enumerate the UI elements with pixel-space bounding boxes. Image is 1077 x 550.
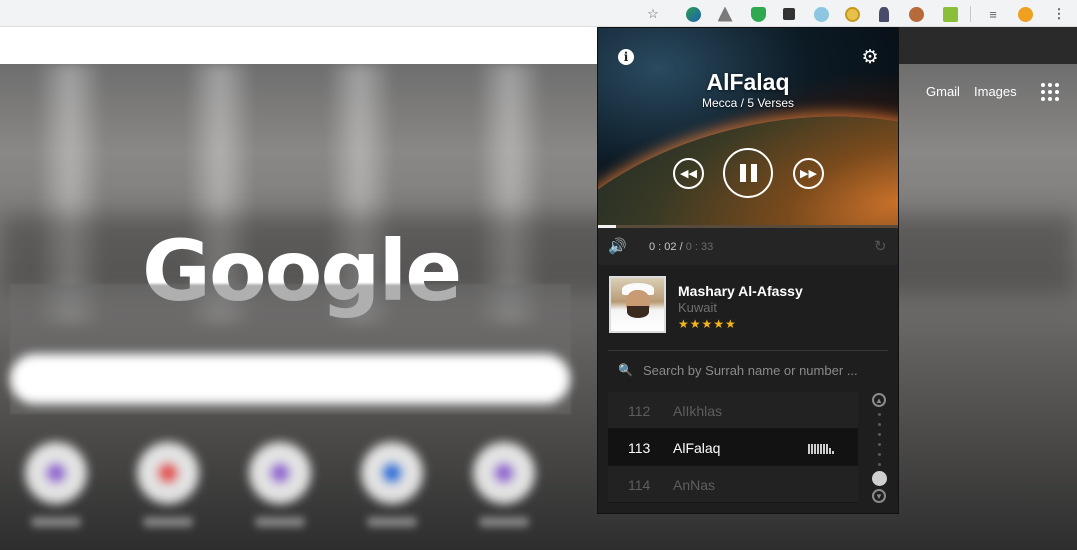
rocket-icon[interactable] [874, 4, 894, 24]
scroll-dot [878, 463, 881, 466]
player-hero: i ⚙ AlFalaq Mecca / 5 Verses ◀◀ ▶▶ [598, 28, 898, 228]
surah-search: 🔍 [608, 355, 860, 385]
scroll-down-icon[interactable]: ▼ [872, 489, 886, 503]
extension-globe-icon[interactable] [683, 4, 703, 24]
google-drive-icon[interactable] [715, 4, 735, 24]
repeat-icon[interactable]: ↻ [874, 237, 887, 255]
divider [608, 350, 888, 351]
time-bar: 🔊 0 : 02 / 0 : 33 ↻ [598, 228, 898, 265]
time-total: 0 : 33 [685, 241, 714, 253]
ntp-search-box[interactable] [10, 354, 570, 404]
toolbar-divider [970, 6, 971, 22]
list-scrollbar[interactable]: ▲ ▼ [870, 389, 890, 507]
globe-ball-icon[interactable] [811, 4, 831, 24]
address-bar-area [0, 27, 598, 64]
info-icon[interactable]: i [617, 48, 635, 66]
playing-equalizer-icon [808, 442, 834, 454]
scroll-dot [878, 413, 881, 416]
fire-icon[interactable] [1015, 4, 1035, 24]
time-elapsed: 0 : 02 / [649, 241, 683, 253]
media-queue-icon[interactable]: ≡ [983, 4, 1003, 24]
paint-icon[interactable] [906, 4, 926, 24]
surah-search-input[interactable] [643, 355, 858, 385]
surah-row-active[interactable]: 113 AlFalaq [608, 429, 858, 466]
reciter-avatar[interactable] [609, 276, 666, 333]
forward-icon: ▶▶ [800, 168, 817, 180]
scroll-dot [878, 423, 881, 426]
reciter-country: Kuwait [678, 300, 718, 315]
shortcut-tile[interactable] [137, 442, 199, 504]
scroll-up-icon[interactable]: ▲ [872, 393, 886, 407]
shortcut-label [31, 517, 81, 527]
shortcut-label [255, 517, 305, 527]
more-vert-icon[interactable]: ⋮ [1049, 4, 1069, 24]
surah-number: 113 [628, 440, 651, 456]
scroll-thumb[interactable] [872, 471, 887, 486]
browser-toolbar: ☆ ≡ ⋮ [0, 0, 1077, 27]
volume-icon[interactable]: 🔊 [608, 237, 627, 255]
surah-list: 112 AlIkhlas 113 AlFalaq 114 AnNas [608, 392, 858, 503]
shortcut-label [143, 517, 193, 527]
surah-number: 114 [628, 477, 651, 493]
quran-player-popup: i ⚙ AlFalaq Mecca / 5 Verses ◀◀ ▶▶ 🔊 0 :… [597, 27, 899, 514]
shortcut-label [367, 517, 417, 527]
scroll-dot [878, 443, 881, 446]
rewind-icon: ◀◀ [680, 168, 697, 180]
shortcut-tile[interactable] [249, 442, 311, 504]
bookmark-star-icon[interactable]: ☆ [643, 4, 663, 24]
pause-button[interactable] [723, 148, 773, 198]
reciter-name[interactable]: Mashary Al-Afassy [678, 283, 803, 299]
shortcut-tile[interactable] [361, 442, 423, 504]
shortcut-tile[interactable] [25, 442, 87, 504]
shortcut-label [479, 517, 529, 527]
cube-icon[interactable] [779, 4, 799, 24]
rewind-button[interactable]: ◀◀ [673, 158, 704, 189]
time-display: 0 : 02 / 0 : 33 [649, 241, 713, 253]
search-icon: 🔍 [618, 363, 633, 377]
surah-row[interactable]: 112 AlIkhlas [608, 392, 858, 429]
download-arrow-icon[interactable] [940, 4, 960, 24]
surah-meta: Mecca / 5 Verses [701, 96, 795, 110]
shield-check-icon[interactable] [748, 4, 768, 24]
shortcut-tile[interactable] [473, 442, 535, 504]
scroll-dot [878, 433, 881, 436]
new-tab-page: Google [0, 64, 1077, 550]
apps-grid-icon[interactable] [1041, 83, 1059, 101]
scroll-dot [878, 453, 881, 456]
surah-title: AlFalaq [706, 69, 790, 95]
gmail-link[interactable]: Gmail [926, 84, 960, 99]
surah-name: AlFalaq [673, 440, 721, 456]
surah-number: 112 [628, 403, 651, 419]
reciter-panel: Mashary Al-Afassy Kuwait ★★★★★ 🔍 112 AlI… [598, 265, 898, 513]
surah-name: AnNas [673, 477, 716, 493]
surah-row[interactable]: 114 AnNas [608, 466, 858, 503]
quran-player-icon[interactable] [842, 4, 862, 24]
forward-button[interactable]: ▶▶ [793, 158, 824, 189]
settings-gear-icon[interactable]: ⚙ [861, 48, 879, 67]
rating-stars: ★★★★★ [678, 317, 737, 331]
pause-icon [739, 164, 757, 182]
surah-name: AlIkhlas [673, 403, 723, 419]
images-link[interactable]: Images [974, 84, 1017, 99]
